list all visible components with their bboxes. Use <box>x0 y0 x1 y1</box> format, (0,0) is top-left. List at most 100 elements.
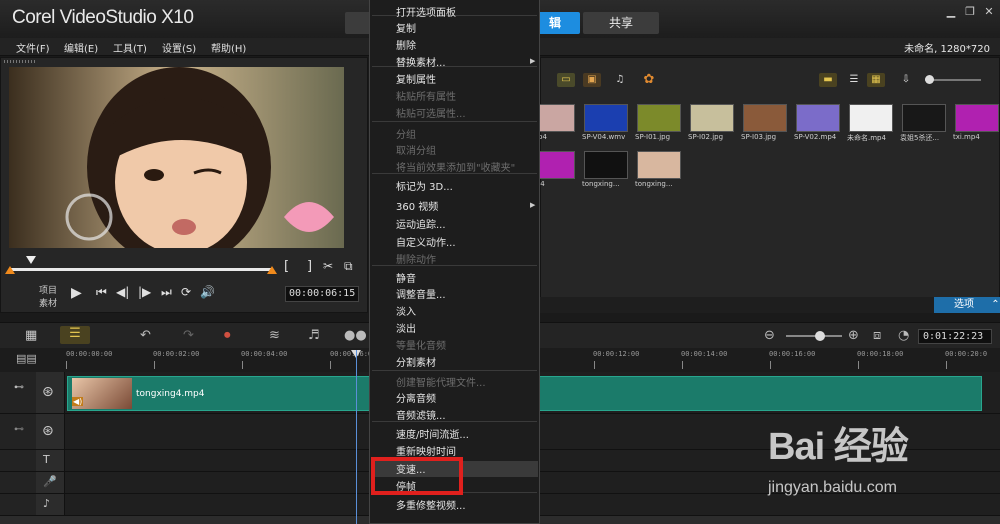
library-thumbnail[interactable] <box>637 104 681 132</box>
library-thumbnail[interactable] <box>690 104 734 132</box>
library-thumbnail[interactable] <box>584 104 628 132</box>
mode-clip[interactable]: 素材 <box>39 296 57 309</box>
scissors-icon[interactable]: ✂ <box>323 259 333 273</box>
scrub-bar[interactable] <box>9 268 273 271</box>
thumbnail-caption: 袁姐5杀还... <box>900 134 940 142</box>
library-thumbnail[interactable] <box>743 104 787 132</box>
music-track-header[interactable]: ♪ <box>36 494 65 515</box>
annotation-red-box <box>371 457 463 495</box>
tab-share[interactable]: 共享 <box>583 12 659 34</box>
repeat-icon[interactable]: ⟳ <box>181 285 191 299</box>
library-thumbnail[interactable] <box>637 151 681 179</box>
scrub-handle[interactable] <box>26 256 36 264</box>
record-capture-icon[interactable]: ⏺ <box>224 328 231 343</box>
menu-help[interactable]: 帮助(H) <box>211 40 246 55</box>
library-thumbnail[interactable] <box>955 104 999 132</box>
library-manager-icon[interactable]: ✿ <box>640 73 658 87</box>
context-menu-item[interactable]: 删除 <box>396 37 416 52</box>
volume-icon[interactable]: 🔊 <box>200 285 215 299</box>
sound-mixer-icon[interactable]: ≋ <box>269 328 280 343</box>
restore-icon[interactable]: ❐ <box>963 5 977 19</box>
auto-music-icon[interactable]: ♬ <box>308 328 320 343</box>
thumbnail-view-icon[interactable]: ▬ <box>819 73 837 87</box>
context-menu-item[interactable]: 重新映射时间 <box>396 443 456 458</box>
context-menu-item[interactable]: 复制属性 <box>396 71 436 86</box>
mark-out-marker[interactable] <box>267 266 277 274</box>
options-button[interactable]: 选项 ⌃ <box>934 297 1000 313</box>
timeline-view-icon[interactable]: ☰ <box>60 326 90 344</box>
panel-grip[interactable] <box>4 60 36 63</box>
track-manager-icon[interactable]: ▤▤ <box>16 352 37 365</box>
voice-track-header[interactable]: 🎤 <box>36 472 65 493</box>
context-menu-item[interactable]: 音频滤镜... <box>396 407 446 422</box>
context-menu-item[interactable]: 多重修整视频... <box>396 497 466 512</box>
context-menu-item[interactable]: 自定义动作... <box>396 234 456 249</box>
library-thumbnail[interactable] <box>796 104 840 132</box>
undo-icon[interactable]: ↶ <box>140 328 151 343</box>
context-menu-item[interactable]: 分割素材 <box>396 354 436 369</box>
thumbnail-caption: SP-V02.mp4 <box>794 133 837 141</box>
mode-project[interactable]: 项目 <box>39 283 57 296</box>
context-menu-item[interactable]: 调整音量... <box>396 286 446 301</box>
menu-edit[interactable]: 编辑(E) <box>64 40 98 55</box>
go-start-icon[interactable]: ⏮ <box>96 285 107 300</box>
overlay-track-header[interactable]: ⊛ <box>36 414 65 449</box>
library-thumbnail[interactable] <box>849 104 893 132</box>
playhead-line[interactable] <box>356 350 357 524</box>
timecode-display[interactable]: 00:00:06:15 <box>285 286 359 302</box>
ruler-label: 00:00:20:0 <box>945 350 988 358</box>
ruler-label: 00:00:12:00 <box>593 350 640 358</box>
context-menu-item[interactable]: 替换素材... <box>396 54 446 69</box>
mark-in-button[interactable]: [ <box>284 259 289 274</box>
mark-out-button[interactable]: ] <box>307 259 312 274</box>
context-menu-item[interactable]: 打开选项面板 <box>396 4 456 19</box>
prev-frame-icon[interactable]: ◀| <box>116 285 129 299</box>
library-thumbnail[interactable] <box>584 151 628 179</box>
sort-icon[interactable]: ⇩ <box>897 73 915 87</box>
context-menu-item[interactable]: 静音 <box>396 270 416 285</box>
next-frame-icon[interactable]: |▶ <box>138 285 151 299</box>
track-visibility-icon[interactable]: ⊷ <box>14 424 24 435</box>
zoom-in-icon[interactable]: ⊕ <box>848 328 859 343</box>
context-menu-item[interactable]: 运动追踪... <box>396 216 446 231</box>
grid-view-icon[interactable]: ▦ <box>867 73 885 87</box>
library-thumbnail[interactable] <box>902 104 946 132</box>
context-menu-item[interactable]: 360 视频 <box>396 198 438 213</box>
context-menu-item[interactable]: 复制 <box>396 20 416 35</box>
timeline-zoom-knob[interactable] <box>815 331 825 341</box>
ruler-tick <box>682 361 683 369</box>
context-menu-item[interactable]: 淡出 <box>396 320 416 335</box>
motion-tracking-icon[interactable]: ●● <box>344 328 367 343</box>
track-visibility-icon[interactable]: ⊷ <box>14 382 24 393</box>
context-menu-item[interactable]: 淡入 <box>396 303 416 318</box>
play-icon[interactable]: ▶ <box>71 285 82 301</box>
context-menu-item[interactable]: 分离音频 <box>396 390 436 405</box>
menu-settings[interactable]: 设置(S) <box>162 40 196 55</box>
zoom-out-icon[interactable]: ⊖ <box>764 328 775 343</box>
photo-filter-icon[interactable]: ▣ <box>583 73 601 87</box>
ruler-label: 00:00:04:00 <box>241 350 288 358</box>
enlarge-icon[interactable]: ⧉ <box>344 259 353 274</box>
ruler-tick <box>946 361 947 369</box>
close-icon[interactable]: ✕ <box>982 5 996 19</box>
ruler-tick <box>594 361 595 369</box>
fit-project-icon[interactable]: ⧈ <box>873 328 881 343</box>
minimize-icon[interactable]: ▁ <box>944 5 958 19</box>
go-end-icon[interactable]: ⏭ <box>161 285 172 300</box>
storyboard-view-icon[interactable]: ▦ <box>25 328 37 343</box>
context-menu-item[interactable]: 速度/时间流逝... <box>396 426 469 441</box>
menu-tools[interactable]: 工具(T) <box>113 40 147 55</box>
zoom-slider-knob[interactable] <box>925 75 934 84</box>
title-track-header[interactable]: T <box>36 450 65 471</box>
audio-filter-icon[interactable]: ♫ <box>611 73 629 87</box>
video-track-header[interactable]: ⊛ <box>36 372 65 413</box>
mark-in-marker[interactable] <box>5 266 15 274</box>
video-filter-icon[interactable]: ▭ <box>557 73 575 87</box>
list-view-icon[interactable]: ☰ <box>845 73 863 87</box>
ruler-tick <box>330 361 331 369</box>
menu-file[interactable]: 文件(F) <box>16 40 50 55</box>
thumbnail-caption: SP-I03.jpg <box>741 133 777 141</box>
redo-icon[interactable]: ↷ <box>183 328 194 343</box>
context-menu-item[interactable]: 标记为 3D... <box>396 178 453 193</box>
timeline-zoom-slider[interactable] <box>786 335 842 337</box>
